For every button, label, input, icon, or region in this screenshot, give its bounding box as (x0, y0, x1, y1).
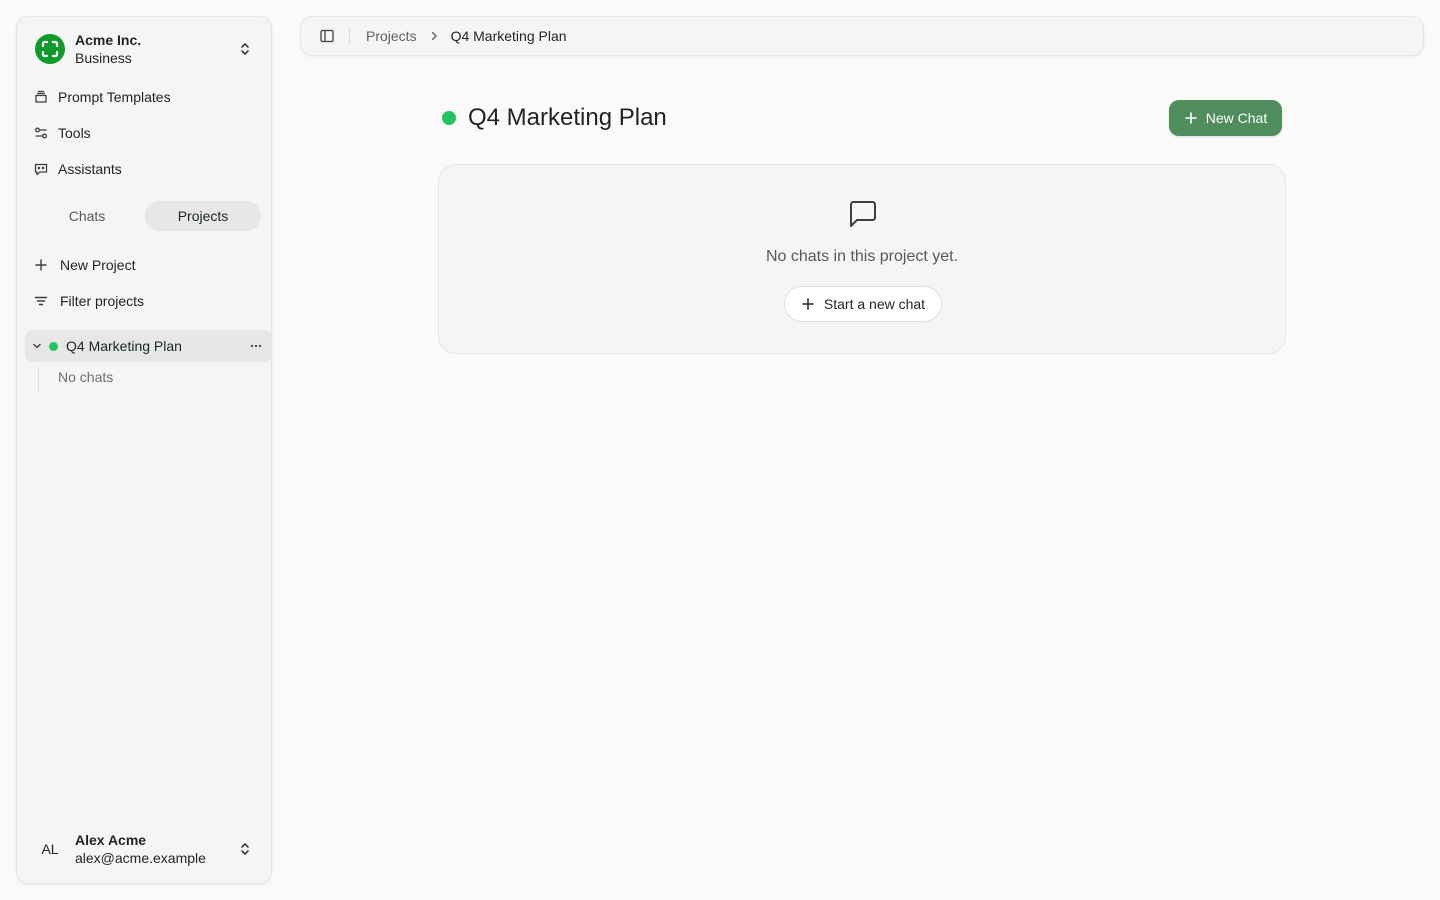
org-logo (35, 34, 65, 64)
sidebar-toggle-icon[interactable] (319, 28, 335, 44)
project-color-dot (49, 341, 58, 351)
sidebar-item-label: Assistants (58, 161, 122, 177)
filter-projects-button[interactable]: Filter projects (25, 285, 265, 317)
page-header: Q4 Marketing Plan (442, 100, 1282, 136)
new-chat-label: New Chat (1205, 110, 1268, 126)
sidebar-item-label: Tools (58, 125, 91, 141)
filter-icon (33, 293, 49, 309)
filter-projects-label: Filter projects (60, 293, 145, 309)
user-email: alex@acme.example (75, 850, 206, 866)
project-name: Q4 Marketing Plan (66, 338, 182, 354)
prompt-templates-icon (33, 89, 49, 105)
chevron-down-icon[interactable] (31, 340, 43, 352)
chevrons-up-down-icon (237, 841, 253, 857)
new-project-button[interactable]: New Project (25, 249, 265, 281)
user-menu[interactable]: AL Alex Acme alex@acme.example (25, 825, 263, 873)
assistants-icon (33, 161, 49, 177)
org-plan: Business (75, 50, 132, 66)
more-options-icon[interactable] (248, 338, 264, 354)
plus-icon (33, 257, 49, 273)
new-project-label: New Project (60, 257, 136, 273)
breadcrumb-projects[interactable]: Projects (366, 28, 417, 44)
avatar: AL (41, 841, 59, 857)
divider (349, 28, 350, 44)
plus-icon (801, 297, 815, 311)
tab-chats[interactable]: Chats (29, 201, 145, 231)
chevrons-up-down-icon (237, 41, 253, 57)
sidebar-tabs: Chats Projects (29, 201, 261, 231)
user-name: Alex Acme (75, 832, 147, 848)
sidebar-item-assistants[interactable]: Assistants (25, 153, 265, 185)
sidebar-project-q4-marketing-plan[interactable]: Q4 Marketing Plan (25, 330, 272, 362)
new-chat-button[interactable]: New Chat (1169, 100, 1282, 136)
page-title: Q4 Marketing Plan (468, 104, 667, 131)
top-bar: Projects Q4 Marketing Plan (300, 16, 1424, 56)
breadcrumb-current: Q4 Marketing Plan (450, 28, 567, 44)
message-square-icon (847, 198, 879, 230)
tab-projects[interactable]: Projects (145, 201, 261, 231)
empty-state-card: No chats in this project yet. Start a ne… (438, 164, 1286, 354)
tools-icon (33, 125, 49, 141)
project-color-dot (442, 111, 456, 125)
sidebar-item-prompt-templates[interactable]: Prompt Templates (25, 81, 265, 113)
start-new-chat-label: Start a new chat (823, 296, 926, 312)
plus-icon (1184, 111, 1198, 125)
sidebar-item-tools[interactable]: Tools (25, 117, 265, 149)
sidebar: Acme Inc. Business Prompt Templates Tool… (16, 16, 272, 884)
sidebar-item-label: Prompt Templates (58, 89, 171, 105)
empty-state-text: No chats in this project yet. (765, 248, 959, 265)
project-no-chats: No chats (38, 366, 113, 392)
start-new-chat-button[interactable]: Start a new chat (784, 286, 942, 322)
org-switcher[interactable]: Acme Inc. Business (25, 25, 263, 73)
breadcrumb: Projects Q4 Marketing Plan (366, 28, 567, 44)
org-name: Acme Inc. (75, 32, 142, 48)
chevron-right-icon (427, 29, 441, 43)
